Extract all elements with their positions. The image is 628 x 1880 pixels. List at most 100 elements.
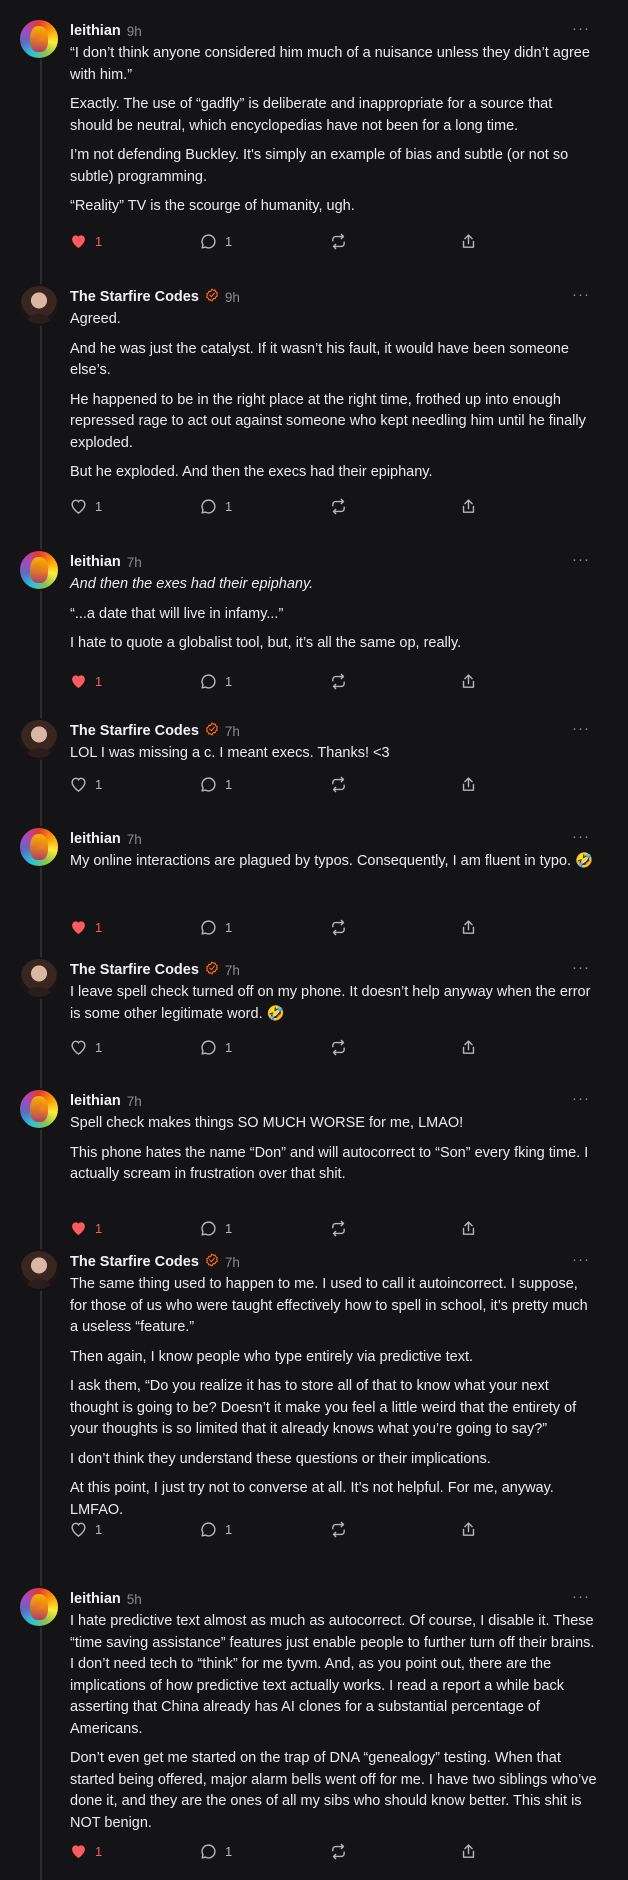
reply-button[interactable]: 1 [200, 919, 232, 936]
timestamp[interactable]: 9h [225, 290, 240, 305]
author-name[interactable]: leithian [70, 831, 121, 847]
more-options-icon[interactable]: ··· [572, 829, 590, 844]
verified-badge-icon [205, 1252, 219, 1272]
reply-button[interactable]: 1 [200, 673, 232, 690]
leithian-avatar[interactable] [18, 1586, 60, 1628]
comment-header: leithian 7h [70, 828, 142, 850]
comment-paragraph: I’m not defending Buckley. It's simply a… [70, 147, 569, 185]
restack-button[interactable] [330, 919, 347, 936]
timestamp[interactable]: 7h [127, 555, 142, 570]
restack-button[interactable] [330, 498, 347, 515]
leithian-avatar[interactable] [18, 18, 60, 60]
comment-paragraph: My online interactions are plagued by ty… [70, 853, 594, 869]
restack-button[interactable] [330, 673, 347, 690]
comment-actions: 11 [70, 1220, 475, 1240]
reply-count: 1 [225, 674, 233, 689]
more-options-icon[interactable]: ··· [572, 960, 590, 975]
comment-header: leithian 9h [70, 20, 142, 42]
heart-icon [70, 498, 87, 514]
share-button[interactable] [460, 1521, 477, 1538]
comment-actions: 11 [70, 673, 475, 693]
share-button[interactable] [460, 1843, 477, 1860]
leithian-avatar[interactable] [18, 826, 60, 868]
author-name[interactable]: The Starfire Codes [70, 1254, 199, 1270]
leithian-avatar[interactable] [18, 1088, 60, 1130]
like-button[interactable]: 1 [70, 776, 102, 792]
timestamp[interactable]: 7h [225, 724, 240, 739]
reply-button[interactable]: 1 [200, 1220, 232, 1237]
comment-actions: 11 [70, 919, 475, 939]
restack-button[interactable] [330, 1039, 347, 1056]
share-button[interactable] [460, 1220, 477, 1237]
restack-button[interactable] [330, 776, 347, 793]
comment-paragraph: “Reality” TV is the scourge of humanity,… [70, 198, 355, 214]
comment-paragraph: Exactly. The use of “gadfly” is delibera… [70, 96, 553, 134]
restack-button[interactable] [330, 1220, 347, 1237]
restack-button[interactable] [330, 1843, 347, 1860]
restack-icon [330, 498, 347, 515]
timestamp[interactable]: 7h [225, 1255, 240, 1270]
heart-icon [70, 1521, 87, 1537]
timestamp[interactable]: 7h [127, 1094, 142, 1109]
share-icon [460, 1521, 477, 1538]
starfire-avatar[interactable] [18, 284, 60, 326]
author-name[interactable]: leithian [70, 554, 121, 570]
reply-button[interactable]: 1 [200, 233, 232, 250]
like-button[interactable]: 1 [70, 498, 102, 514]
more-options-icon[interactable]: ··· [572, 1091, 590, 1106]
restack-button[interactable] [330, 1521, 347, 1538]
share-button[interactable] [460, 1039, 477, 1056]
share-button[interactable] [460, 776, 477, 793]
reply-bubble-icon [200, 919, 217, 936]
like-button[interactable]: 1 [70, 1521, 102, 1537]
share-button[interactable] [460, 919, 477, 936]
timestamp[interactable]: 9h [127, 24, 142, 39]
starfire-avatar[interactable] [18, 957, 60, 999]
like-button[interactable]: 1 [70, 1039, 102, 1055]
share-button[interactable] [460, 673, 477, 690]
heart-icon [70, 673, 87, 689]
reply-button[interactable]: 1 [200, 498, 232, 515]
comment-paragraph: This phone hates the name “Don” and will… [70, 1144, 589, 1183]
reply-button[interactable]: 1 [200, 1521, 232, 1538]
heart-icon [70, 233, 87, 249]
like-button[interactable]: 1 [70, 233, 102, 249]
share-button[interactable] [460, 498, 477, 515]
reply-button[interactable]: 1 [200, 1039, 232, 1056]
like-button[interactable]: 1 [70, 919, 102, 935]
comment-body: The same thing used to happen to me. I u… [70, 1274, 598, 1529]
like-button[interactable]: 1 [70, 1220, 102, 1236]
timestamp[interactable]: 5h [127, 1592, 142, 1607]
heart-icon [70, 1843, 87, 1859]
more-options-icon[interactable]: ··· [572, 21, 590, 36]
starfire-avatar[interactable] [18, 718, 60, 760]
reply-button[interactable]: 1 [200, 1843, 232, 1860]
starfire-avatar[interactable] [18, 1249, 60, 1291]
author-name[interactable]: leithian [70, 23, 121, 39]
more-options-icon[interactable]: ··· [572, 721, 590, 736]
author-name[interactable]: The Starfire Codes [70, 289, 199, 305]
author-name[interactable]: leithian [70, 1093, 121, 1109]
like-count: 1 [95, 776, 103, 792]
comment-body: I hate predictive text almost as much as… [70, 1611, 598, 1842]
like-button[interactable]: 1 [70, 673, 102, 689]
timestamp[interactable]: 7h [225, 963, 240, 978]
author-name[interactable]: The Starfire Codes [70, 962, 199, 978]
timestamp[interactable]: 7h [127, 832, 142, 847]
like-count: 1 [95, 233, 103, 249]
restack-button[interactable] [330, 233, 347, 250]
comment-actions: 11 [70, 233, 475, 253]
like-count: 1 [95, 1039, 103, 1055]
more-options-icon[interactable]: ··· [572, 1252, 590, 1267]
like-button[interactable]: 1 [70, 1843, 102, 1859]
comment-header: leithian 7h [70, 551, 142, 573]
reply-button[interactable]: 1 [200, 776, 232, 793]
reply-bubble-icon [200, 1843, 217, 1860]
leithian-avatar[interactable] [18, 549, 60, 591]
share-button[interactable] [460, 233, 477, 250]
author-name[interactable]: leithian [70, 1591, 121, 1607]
author-name[interactable]: The Starfire Codes [70, 723, 199, 739]
more-options-icon[interactable]: ··· [572, 552, 590, 567]
more-options-icon[interactable]: ··· [572, 1589, 590, 1604]
more-options-icon[interactable]: ··· [572, 287, 590, 302]
